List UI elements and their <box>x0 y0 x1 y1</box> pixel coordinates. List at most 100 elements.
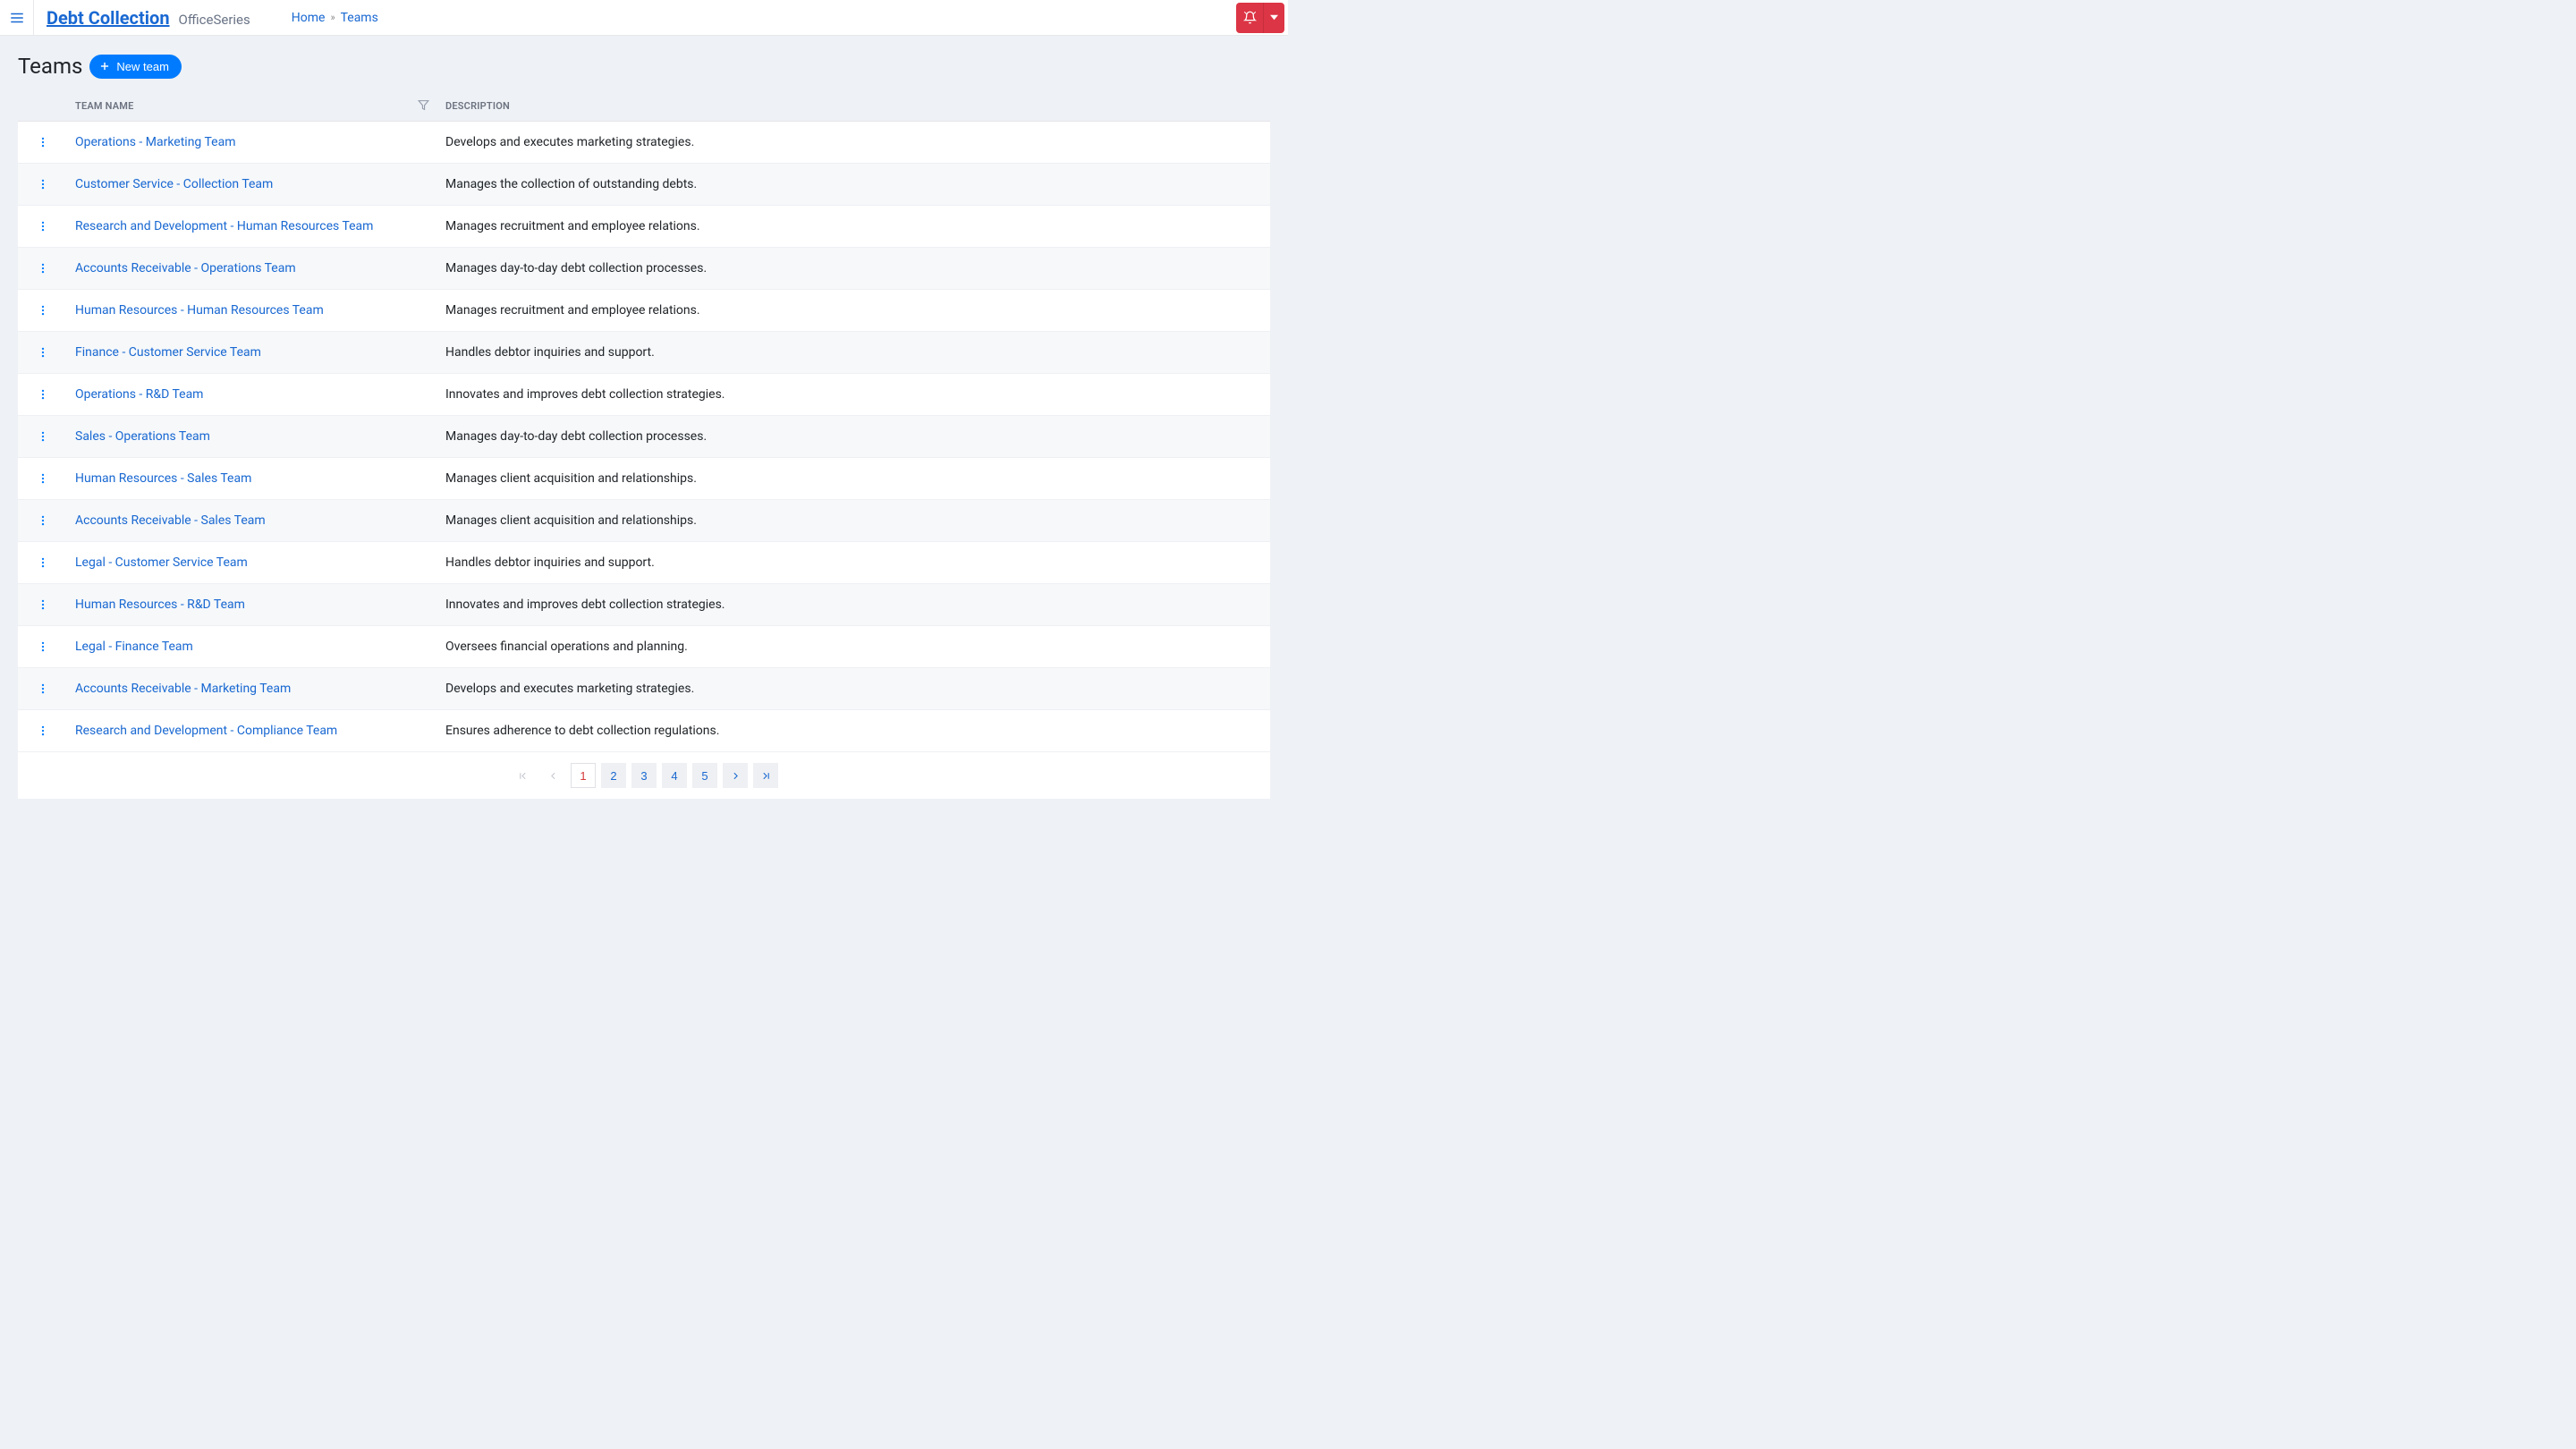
teams-table-wrap: Team Name Description Operations - Marke… <box>18 91 1270 799</box>
team-description-cell: Manages recruitment and employee relatio… <box>438 206 1270 248</box>
page-next-button[interactable] <box>723 763 748 788</box>
more-vertical-icon <box>37 178 49 191</box>
team-name-cell: Accounts Receivable - Marketing Team <box>68 668 438 710</box>
team-link[interactable]: Accounts Receivable - Sales Team <box>75 513 266 528</box>
team-description-cell: Develops and executes marketing strategi… <box>438 122 1270 164</box>
brand-title[interactable]: Debt Collection <box>47 7 170 29</box>
row-menu-button[interactable] <box>32 384 54 405</box>
row-menu-button[interactable] <box>32 510 54 531</box>
table-row: Legal - Customer Service Team Handles deb… <box>18 542 1270 584</box>
row-menu-button[interactable] <box>32 342 54 363</box>
team-description-cell: Manages client acquisition and relations… <box>438 500 1270 542</box>
row-menu-button[interactable] <box>32 594 54 615</box>
alert-button-group <box>1236 3 1284 33</box>
team-description-cell: Manages recruitment and employee relatio… <box>438 290 1270 332</box>
menu-toggle-button[interactable] <box>0 0 34 36</box>
row-menu-button[interactable] <box>32 636 54 657</box>
team-link[interactable]: Legal - Customer Service Team <box>75 555 248 570</box>
team-name-cell: Sales - Operations Team <box>68 416 438 458</box>
filter-icon <box>418 99 429 111</box>
table-row: Human Resources - R&D Team Innovates and … <box>18 584 1270 626</box>
row-actions-cell <box>18 584 68 626</box>
pagination: 12345 <box>18 752 1270 799</box>
notifications-dropdown-button[interactable] <box>1263 3 1284 33</box>
breadcrumb-home[interactable]: Home <box>292 11 326 25</box>
team-name-cell: Research and Development - Human Resourc… <box>68 206 438 248</box>
team-link[interactable]: Legal - Finance Team <box>75 640 193 654</box>
table-row: Sales - Operations TeamManages day-to-da… <box>18 416 1270 458</box>
team-description-cell: Innovates and improves debt collection s… <box>438 584 1270 626</box>
page-number-button[interactable]: 3 <box>631 763 657 788</box>
row-actions-cell <box>18 500 68 542</box>
col-description-header[interactable]: Description <box>438 91 1270 122</box>
team-description-cell: Handles debtor inquiries and support. <box>438 542 1270 584</box>
table-body: Operations - Marketing Team Develops and … <box>18 122 1270 752</box>
notifications-button[interactable] <box>1236 3 1263 33</box>
row-menu-button[interactable] <box>32 216 54 237</box>
row-menu-button[interactable] <box>32 720 54 741</box>
team-name-cell: Research and Development - Compliance Te… <box>68 710 438 752</box>
page-title: Teams <box>18 54 82 79</box>
team-link[interactable]: Accounts Receivable - Marketing Team <box>75 682 291 696</box>
brand-subtitle: OfficeSeries <box>179 12 250 28</box>
team-link[interactable]: Research and Development - Compliance Te… <box>75 724 337 738</box>
page-number-button[interactable]: 2 <box>601 763 626 788</box>
page-prev-button <box>540 763 565 788</box>
team-name-cell: Finance - Customer Service Team <box>68 332 438 374</box>
team-link[interactable]: Human Resources - Human Resources Team <box>75 303 324 318</box>
table-row: Accounts Receivable - Marketing TeamDeve… <box>18 668 1270 710</box>
row-menu-button[interactable] <box>32 552 54 573</box>
team-link[interactable]: Research and Development - Human Resourc… <box>75 219 373 233</box>
breadcrumb: Home » Teams <box>263 11 378 25</box>
page-first-button <box>510 763 535 788</box>
row-menu-button[interactable] <box>32 174 54 195</box>
new-team-label: New team <box>116 60 169 73</box>
page-number-button[interactable]: 5 <box>692 763 717 788</box>
hamburger-icon <box>9 10 25 26</box>
filter-name-button[interactable] <box>418 99 429 114</box>
table-row: Finance - Customer Service Team Handles d… <box>18 332 1270 374</box>
team-link[interactable]: Accounts Receivable - Operations Team <box>75 261 296 275</box>
brand: Debt Collection OfficeSeries <box>34 7 263 29</box>
row-menu-button[interactable] <box>32 131 54 153</box>
team-name-cell: Human Resources - Sales Team <box>68 458 438 500</box>
team-name-cell: Operations - R&D Team <box>68 374 438 416</box>
row-menu-button[interactable] <box>32 468 54 489</box>
page-number-button[interactable]: 4 <box>662 763 687 788</box>
team-description-cell: Handles debtor inquiries and support. <box>438 332 1270 374</box>
team-link[interactable]: Finance - Customer Service Team <box>75 345 261 360</box>
more-vertical-icon <box>37 724 49 737</box>
row-menu-button[interactable] <box>32 258 54 279</box>
team-name-cell: Customer Service - Collection Team <box>68 164 438 206</box>
breadcrumb-current: Teams <box>341 11 378 25</box>
page-last-button[interactable] <box>753 763 778 788</box>
table-row: Legal - Finance TeamOversees financial o… <box>18 626 1270 668</box>
more-vertical-icon <box>37 640 49 653</box>
table-row: Human Resources - Human Resources Team Ma… <box>18 290 1270 332</box>
row-actions-cell <box>18 290 68 332</box>
team-description-cell: Ensures adherence to debt collection reg… <box>438 710 1270 752</box>
team-link[interactable]: Human Resources - R&D Team <box>75 597 245 612</box>
table-row: Accounts Receivable - Sales Team Manages … <box>18 500 1270 542</box>
row-actions-cell <box>18 626 68 668</box>
row-actions-cell <box>18 122 68 164</box>
page-number-button[interactable]: 1 <box>571 763 596 788</box>
team-description-cell: Innovates and improves debt collection s… <box>438 374 1270 416</box>
team-link[interactable]: Operations - R&D Team <box>75 387 203 402</box>
table-row: Accounts Receivable - Operations TeamMan… <box>18 248 1270 290</box>
team-description-cell: Manages client acquisition and relations… <box>438 458 1270 500</box>
col-name-label: Team Name <box>75 100 134 112</box>
table-head: Team Name Description <box>18 91 1270 122</box>
row-menu-button[interactable] <box>32 678 54 699</box>
team-link[interactable]: Operations - Marketing Team <box>75 135 235 149</box>
col-name-header[interactable]: Team Name <box>68 91 438 122</box>
more-vertical-icon <box>37 304 49 317</box>
row-menu-button[interactable] <box>32 426 54 447</box>
team-link[interactable]: Human Resources - Sales Team <box>75 471 251 486</box>
team-name-cell: Human Resources - Human Resources Team <box>68 290 438 332</box>
team-link[interactable]: Customer Service - Collection Team <box>75 177 273 191</box>
new-team-button[interactable]: New team <box>89 55 182 79</box>
team-link[interactable]: Sales - Operations Team <box>75 429 210 444</box>
more-vertical-icon <box>37 556 49 569</box>
row-menu-button[interactable] <box>32 300 54 321</box>
